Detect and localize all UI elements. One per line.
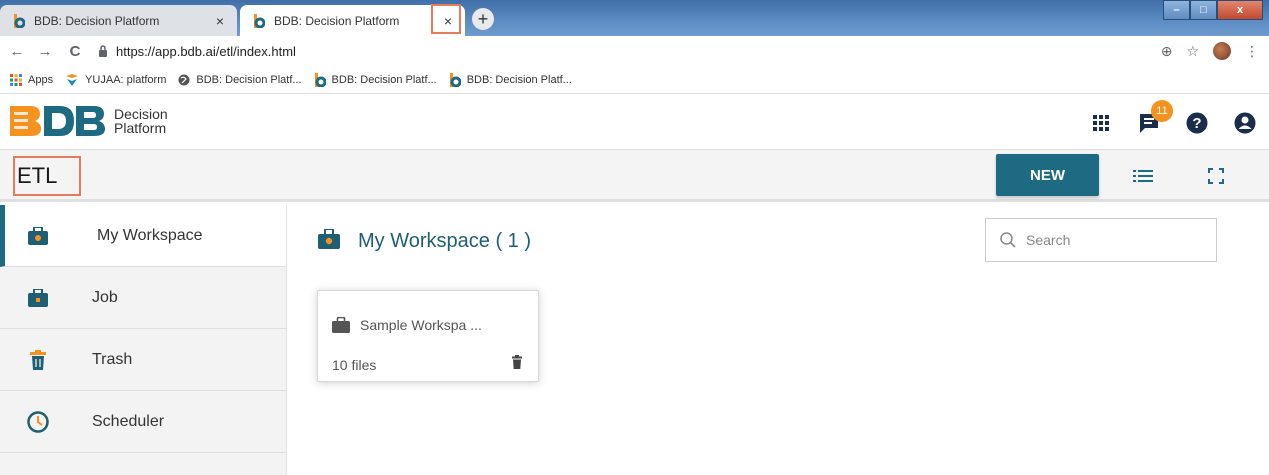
bookmarks-bar: Apps YUJAA: platform BDB: Decision Platf… [0,66,1269,94]
url-field[interactable]: https://app.bdb.ai/etl/index.html [98,44,296,59]
list-view-button[interactable] [1131,164,1155,188]
module-toolbar: ETL NEW [0,150,1269,202]
sidebar-item-label: My Workspace [97,226,203,244]
apps-grid-icon [1093,115,1109,131]
search-icon [1000,232,1016,248]
notifications-button[interactable]: 11 [1125,100,1173,138]
url-text: https://app.bdb.ai/etl/index.html [116,43,296,59]
browser-tab[interactable]: BDB: Decision Platform × [0,5,237,36]
bookmark-bdb-1[interactable]: BDB: Decision Platf... [178,73,302,86]
delete-workspace-icon[interactable] [512,355,522,369]
briefcase-icon [26,286,50,310]
help-icon: ? [1186,112,1208,134]
briefcase-icon [332,317,350,333]
new-tab-button[interactable]: + [472,8,494,30]
workspace-header: My Workspace ( 1 ) [318,228,531,254]
bookmark-apps[interactable]: Apps [10,73,54,86]
bookmark-label: BDB: Decision Platf... [196,73,302,86]
bookmark-bdb-3[interactable]: BDB: Decision Platf... [449,72,572,87]
workspace-card-name: Sample Workspa ... [360,317,482,333]
tab-title: BDB: Decision Platform [34,13,160,28]
sidebar-item-my-workspace[interactable]: My Workspace [0,205,286,267]
briefcase-icon [318,228,340,254]
workspace-card-files: 10 files [332,357,377,373]
workspace-card[interactable]: Sample Workspa ... 10 files [317,290,539,382]
search-placeholder: Search [1026,232,1071,248]
apps-grid-button[interactable] [1077,108,1125,138]
maximize-button[interactable]: □ [1190,0,1217,20]
yujaa-icon [65,73,79,86]
bdb-favicon-icon [12,13,26,28]
help-button[interactable]: ? [1173,108,1221,138]
briefcase-icon [26,224,50,248]
browser-tab-bar: BDB: Decision Platform × BDB: Decision P… [0,0,1269,36]
bookmark-yujaa[interactable]: YUJAA: platform [65,73,167,86]
sidebar: My Workspace Job Trash Scheduler [0,205,287,475]
sidebar-item-scheduler[interactable]: Scheduler [0,391,286,453]
new-button[interactable]: NEW [996,154,1099,196]
fullscreen-icon [1208,168,1224,184]
clock-icon [26,410,50,434]
main-content: My Workspace ( 1 ) Search Sample Workspa… [288,205,1269,475]
search-field[interactable]: Search [985,218,1217,262]
back-button[interactable]: ← [6,43,28,60]
window-controls: – □ x [1163,0,1263,20]
bdb-logo-mark-icon [10,106,105,136]
tab-close-icon[interactable]: × [209,10,231,32]
fullscreen-button[interactable] [1204,164,1228,188]
bookmark-label: Apps [28,73,54,86]
svg-text:?: ? [1192,115,1201,132]
address-bar: ← → C https://app.bdb.ai/etl/index.html … [0,36,1269,66]
bookmark-label: BDB: Decision Platf... [466,73,572,86]
app-header: Decision Platform 11 ? [0,94,1269,150]
lock-icon [98,45,108,57]
minimize-button[interactable]: – [1163,0,1190,20]
page-title: ETL [13,156,81,196]
tab-title: BDB: Decision Platform [274,13,400,28]
workspace-title: My Workspace ( 1 ) [358,230,531,252]
bdb-logo[interactable]: Decision Platform [8,104,168,138]
list-icon [1133,170,1153,182]
bookmark-label: BDB: Decision Platf... [331,73,437,86]
sidebar-item-job[interactable]: Job [0,267,286,329]
sidebar-item-label: Trash [92,350,133,368]
user-icon [1234,112,1256,134]
bdb-favicon-icon [252,13,266,28]
reload-button[interactable]: C [64,43,86,60]
apps-grid-icon [10,73,22,86]
globe-icon [178,74,190,86]
notification-badge: 11 [1151,100,1173,122]
forward-button[interactable]: → [34,43,56,60]
profile-avatar[interactable] [1213,42,1231,60]
close-window-button[interactable]: x [1217,0,1263,20]
trash-icon [26,348,50,372]
sidebar-item-label: Scheduler [92,412,165,430]
browser-menu-icon[interactable]: ⋮ [1245,43,1259,60]
bookmark-label: YUJAA: platform [85,73,167,86]
bdb-icon [449,72,461,87]
zoom-icon[interactable]: ⊕ [1161,43,1173,60]
bdb-icon [314,72,326,87]
logo-text: Decision Platform [114,106,168,136]
bookmark-star-icon[interactable]: ☆ [1186,43,1199,60]
bookmark-bdb-2[interactable]: BDB: Decision Platf... [314,72,437,87]
close-tab-highlight [431,4,461,34]
sidebar-item-trash[interactable]: Trash [0,329,286,391]
sidebar-item-label: Job [92,288,118,306]
user-profile-button[interactable] [1221,108,1269,138]
